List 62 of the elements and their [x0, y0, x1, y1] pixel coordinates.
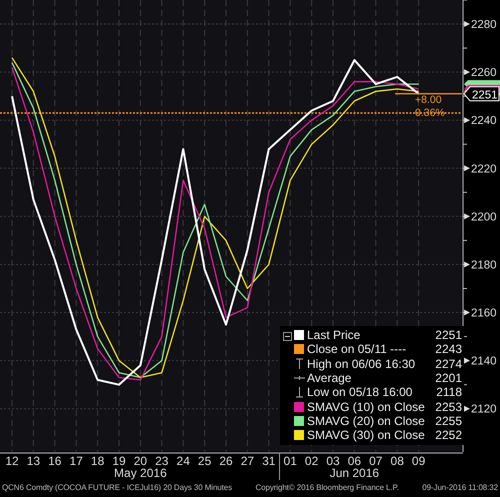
month-label: May 2016 — [114, 466, 167, 480]
legend-value: 2243 — [435, 342, 462, 356]
axis-label: 2260 — [471, 67, 497, 80]
date-label: 24 — [176, 454, 190, 468]
change-value: +8.00 — [415, 94, 442, 106]
legend-label: Close on 05/11 ---- — [307, 342, 408, 356]
axis-label: 2220 — [471, 163, 497, 176]
date-label: 01 — [284, 454, 297, 468]
date-label: 23 — [155, 454, 168, 468]
date-label: 18 — [90, 454, 104, 468]
date-label: 08 — [390, 454, 404, 468]
tick-marker-icon — [464, 69, 470, 76]
legend-value: 2255 — [435, 414, 462, 428]
legend-value: 2201 — [435, 371, 462, 386]
legend-label: Average — [307, 371, 352, 386]
date-label: 17 — [70, 454, 83, 468]
date-label: 19 — [112, 454, 126, 468]
chart-description: QCN6 Comdty (COCOA FUTURE - ICEJul16) 20 Days 30 Minutes — [2, 483, 232, 494]
legend-value: 2252 — [435, 428, 462, 442]
date-label: 02 — [304, 454, 318, 468]
date-label: 25 — [198, 454, 212, 468]
copyright-text: Copyright© 2016 Bloomberg Finance L.P. — [255, 483, 399, 494]
axis-label: 2140 — [471, 356, 497, 368]
date-label: 12 — [5, 454, 19, 468]
axis-label: 2280 — [471, 19, 497, 32]
tick-marker-icon — [464, 213, 470, 220]
legend-label: SMAVG (30) on Close — [307, 428, 426, 442]
axis-label: 2120 — [471, 404, 497, 416]
tick-marker-icon — [464, 21, 470, 28]
legend-value: 2274 — [435, 356, 462, 371]
date-label: 26 — [219, 454, 233, 468]
month-label: Jun 2016 — [330, 466, 380, 480]
date-label: 27 — [240, 454, 254, 468]
legend-value: 2253 — [435, 400, 462, 414]
date-label: 06 — [348, 454, 362, 468]
date-label: 07 — [369, 454, 382, 468]
axis-label: 2200 — [471, 211, 497, 224]
timestamp: 09-Jun-2016 11:08:32 — [422, 483, 498, 494]
tick-marker-icon — [464, 310, 470, 316]
legend-label: SMAVG (20) on Close — [307, 414, 426, 428]
date-label: 03 — [326, 454, 340, 468]
tick-marker-icon — [464, 117, 470, 124]
legend-label: Last Price — [307, 328, 362, 342]
low-marker-icon — [294, 386, 305, 398]
date-label: 31 — [262, 454, 276, 468]
collapse-icon[interactable] — [283, 332, 292, 341]
date-label: 16 — [48, 454, 62, 468]
date-label: 09 — [412, 454, 426, 468]
legend-label: SMAVG (10) on Close — [307, 400, 426, 414]
legend-label: High on 06/06 16:30 — [307, 356, 416, 371]
legend-value: 2118 — [436, 385, 462, 400]
tick-marker-icon — [464, 261, 470, 268]
date-label: 20 — [134, 454, 148, 468]
date-label: 13 — [26, 454, 40, 468]
axis-label: 2180 — [471, 259, 497, 272]
legend-value: 2251 — [435, 328, 462, 342]
last-price-line — [395, 93, 462, 94]
legend-label: Low on 05/18 16:00 — [307, 385, 414, 400]
high-marker-icon — [294, 358, 305, 370]
axis-label: 2160 — [471, 308, 497, 320]
tick-marker-icon — [464, 165, 470, 172]
axis-label: 2240 — [471, 115, 497, 128]
